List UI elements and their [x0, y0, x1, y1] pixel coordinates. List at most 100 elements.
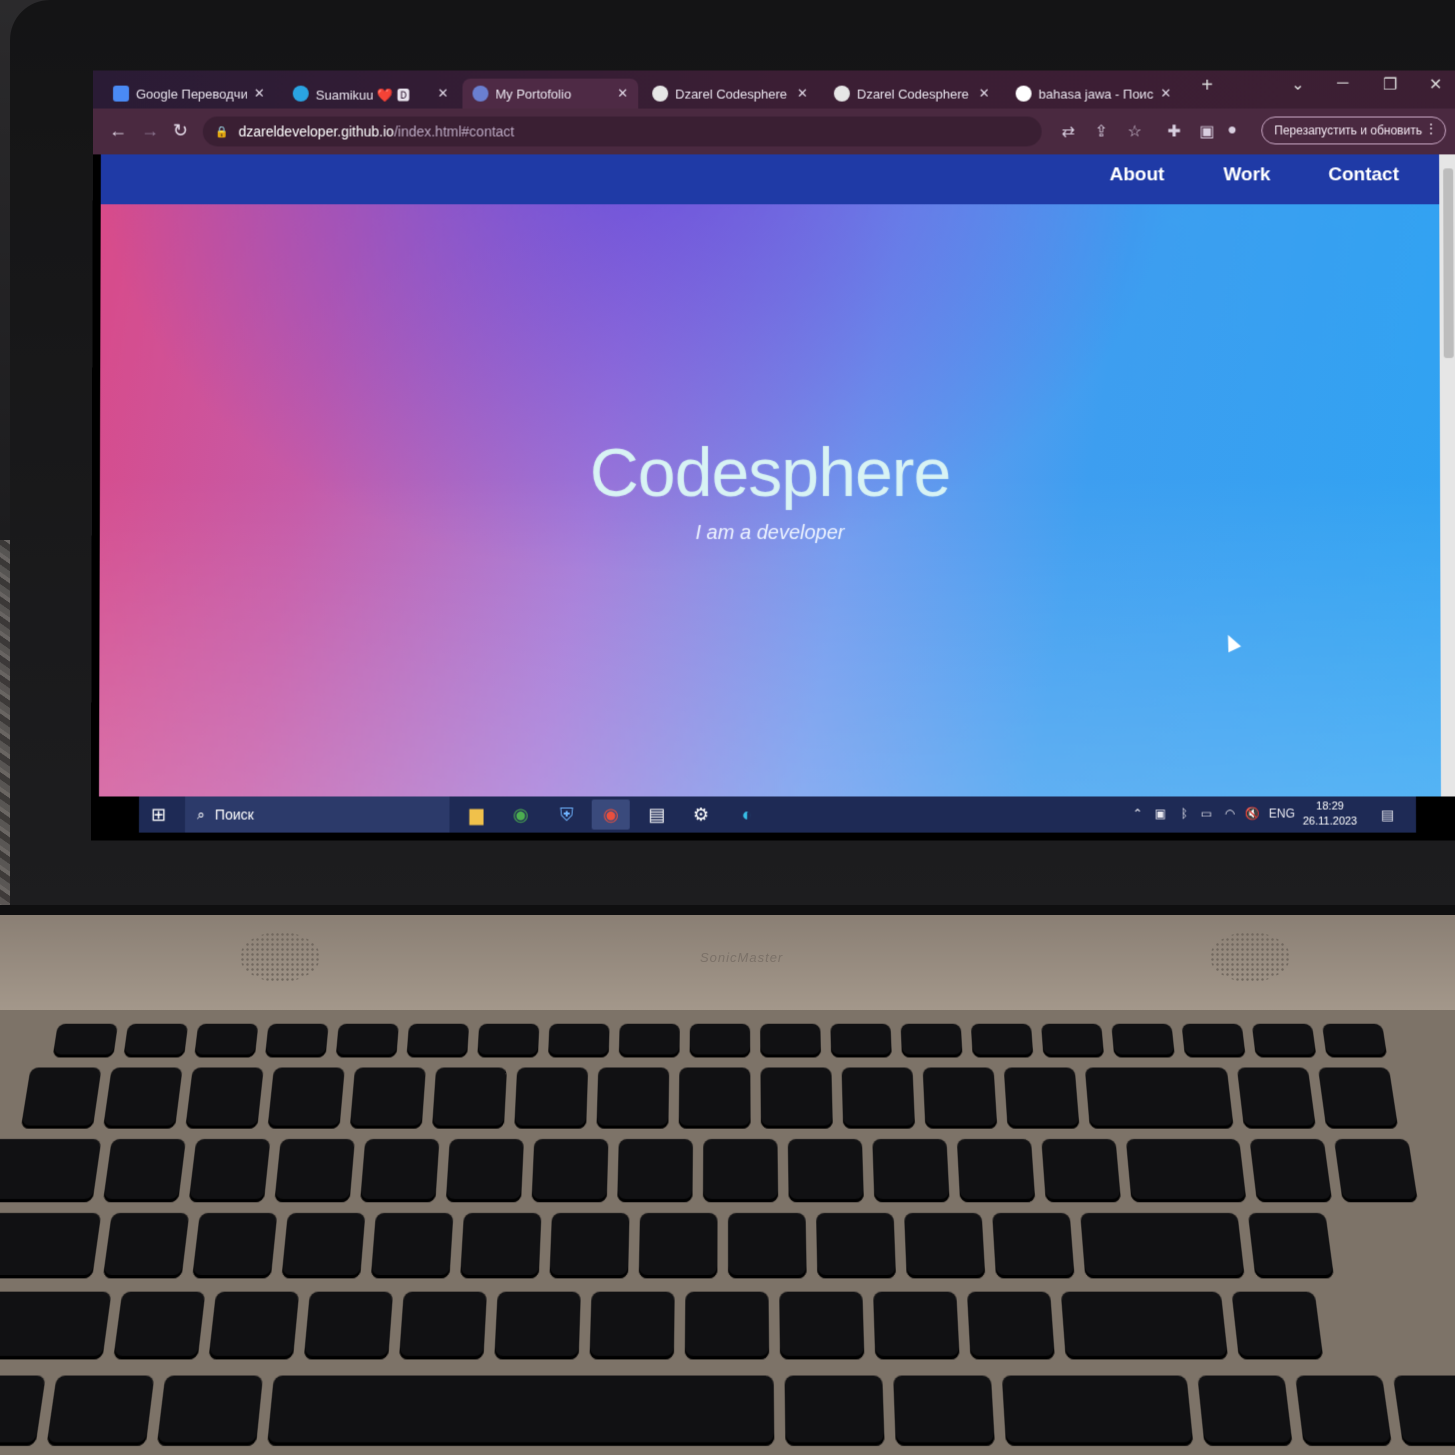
side-panel-icon[interactable]: ▣	[1199, 122, 1214, 142]
address-bar[interactable]: 🔒 dzareldeveloper.github.io /index.html#…	[203, 117, 1042, 147]
key[interactable]	[113, 1292, 205, 1360]
key[interactable]	[901, 1024, 963, 1058]
key[interactable]	[842, 1068, 916, 1129]
page-scrollbar[interactable]	[1439, 154, 1455, 796]
key[interactable]	[432, 1068, 507, 1129]
key[interactable]	[267, 1068, 344, 1129]
key[interactable]	[1231, 1292, 1323, 1360]
key[interactable]	[589, 1292, 674, 1360]
key[interactable]	[830, 1024, 891, 1058]
key[interactable]	[1080, 1213, 1245, 1278]
key[interactable]	[1295, 1376, 1392, 1446]
key[interactable]	[893, 1376, 995, 1446]
close-icon[interactable]: ✕	[438, 86, 449, 102]
key[interactable]	[619, 1024, 680, 1058]
key[interactable]	[1318, 1068, 1398, 1129]
close-icon[interactable]: ✕	[979, 86, 990, 102]
key[interactable]	[531, 1139, 608, 1202]
key[interactable]	[788, 1139, 864, 1202]
key[interactable]	[685, 1292, 769, 1360]
key[interactable]	[1126, 1139, 1247, 1202]
key[interactable]	[265, 1024, 329, 1058]
key[interactable]	[123, 1024, 188, 1058]
close-icon[interactable]: ✕	[1160, 86, 1171, 102]
volume-muted-icon[interactable]: 🔇	[1245, 807, 1260, 821]
key[interactable]	[0, 1376, 46, 1446]
key[interactable]	[103, 1068, 183, 1129]
key[interactable]	[274, 1139, 355, 1202]
key[interactable]	[548, 1024, 610, 1058]
key[interactable]	[690, 1024, 751, 1058]
key[interactable]	[1249, 1139, 1332, 1202]
space-bar[interactable]	[267, 1376, 774, 1446]
key[interactable]	[1181, 1024, 1245, 1058]
key[interactable]	[1061, 1292, 1228, 1360]
key[interactable]	[703, 1139, 778, 1202]
tab-telegram[interactable]: Suamikuu ❤️ 🅳 ✕	[283, 79, 459, 109]
key[interactable]	[53, 1024, 119, 1058]
key[interactable]	[1393, 1376, 1455, 1446]
key[interactable]	[1041, 1024, 1104, 1058]
close-icon[interactable]: ✕	[617, 86, 628, 102]
key[interactable]	[477, 1024, 539, 1058]
key[interactable]	[21, 1068, 102, 1129]
forward-arrow-icon[interactable]: →	[141, 121, 159, 142]
key[interactable]	[0, 1139, 101, 1202]
network-device-icon[interactable]: ▣	[1155, 807, 1166, 821]
key[interactable]	[679, 1068, 751, 1129]
key[interactable]	[406, 1024, 469, 1058]
edge-icon[interactable]: ◐	[728, 799, 766, 829]
key[interactable]	[785, 1376, 885, 1446]
key[interactable]	[1322, 1024, 1387, 1058]
wifi-icon[interactable]: ◠	[1225, 807, 1236, 821]
key[interactable]	[208, 1292, 299, 1360]
key[interactable]	[760, 1068, 832, 1129]
windows-start-icon[interactable]: ⊞	[151, 805, 166, 826]
key[interactable]	[549, 1213, 629, 1278]
key[interactable]	[514, 1068, 588, 1129]
profile-avatar-icon[interactable]: ●	[1227, 122, 1237, 140]
key[interactable]	[103, 1213, 190, 1278]
key[interactable]	[992, 1213, 1075, 1278]
reload-icon[interactable]: ↻	[173, 121, 188, 142]
key[interactable]	[281, 1213, 365, 1278]
extensions-icon[interactable]: ✚	[1167, 122, 1180, 142]
chevron-up-icon[interactable]: ⌃	[1133, 807, 1143, 821]
key[interactable]	[336, 1024, 399, 1058]
key[interactable]	[0, 1292, 112, 1360]
bluetooth-icon[interactable]: ᛒ	[1181, 807, 1188, 821]
key[interactable]	[399, 1292, 487, 1360]
key[interactable]	[779, 1292, 864, 1360]
taskbar-search-box[interactable]: ⌕ Поиск	[185, 796, 449, 832]
key[interactable]	[1334, 1139, 1418, 1202]
language-indicator[interactable]: ENG	[1269, 807, 1295, 821]
close-icon[interactable]: ✕	[797, 86, 808, 102]
key[interactable]	[1248, 1213, 1334, 1278]
key[interactable]	[194, 1024, 258, 1058]
battery-icon[interactable]: ▭	[1201, 807, 1212, 821]
key[interactable]	[1085, 1068, 1234, 1129]
key[interactable]	[617, 1139, 693, 1202]
key[interactable]	[350, 1068, 426, 1129]
shield-icon[interactable]: ⛨	[548, 799, 586, 829]
system-clock[interactable]: 18:29 26.11.2023	[1303, 799, 1357, 829]
key[interactable]	[957, 1139, 1036, 1202]
tab-search-icon[interactable]: ⌄	[1291, 75, 1304, 95]
scrollbar-thumb[interactable]	[1443, 168, 1454, 358]
key[interactable]	[873, 1292, 960, 1360]
tab-my-portofolio[interactable]: My Portofolio ✕	[462, 79, 638, 109]
key[interactable]	[1197, 1376, 1292, 1446]
back-arrow-icon[interactable]: ←	[109, 121, 127, 142]
key[interactable]	[360, 1139, 439, 1202]
settings-icon[interactable]: ⚙	[682, 799, 720, 829]
tab-codesphere-1[interactable]: Dzarel Codesphere c ✕	[642, 79, 818, 109]
key[interactable]	[967, 1292, 1055, 1360]
menu-dots-icon[interactable]: ⋮	[1425, 122, 1437, 136]
new-tab-button[interactable]: +	[1201, 75, 1213, 98]
key[interactable]	[0, 1213, 101, 1278]
key[interactable]	[1002, 1376, 1194, 1446]
restore-icon[interactable]: ❐	[1383, 75, 1397, 95]
key[interactable]	[371, 1213, 454, 1278]
tab-bahasa-jawa[interactable]: bahasa jawa - Поис ✕	[1006, 79, 1182, 109]
key[interactable]	[446, 1139, 524, 1202]
